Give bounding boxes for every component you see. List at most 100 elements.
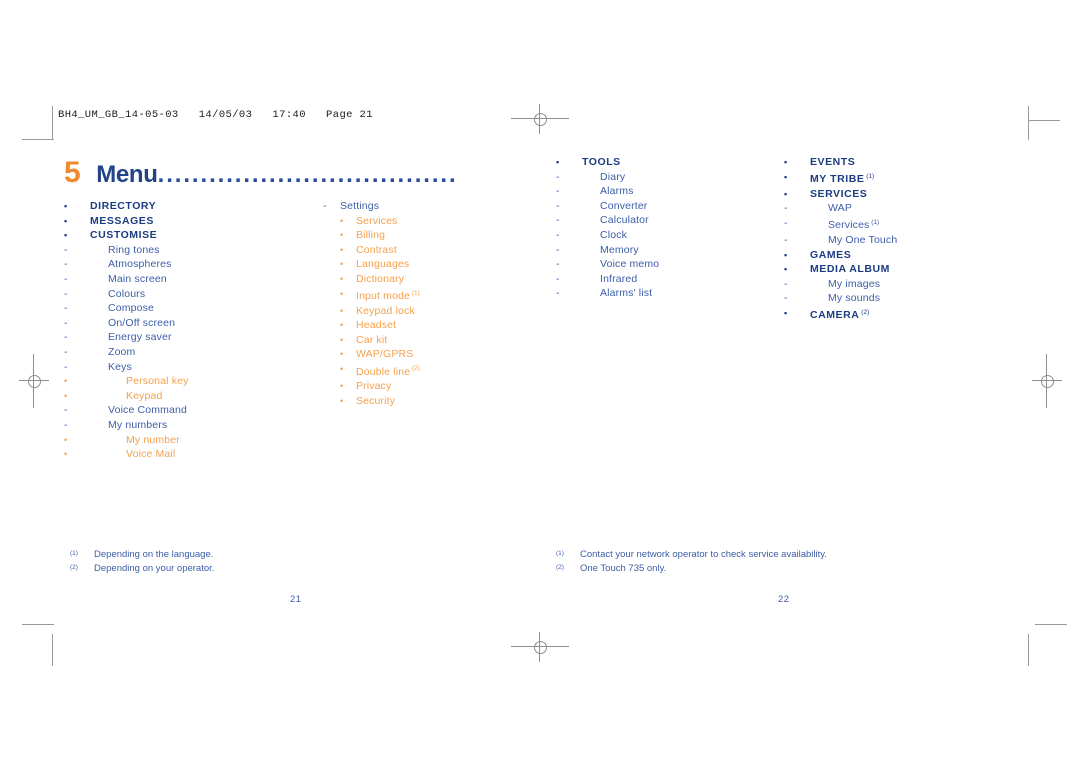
menu-item-level-3[interactable]: • Voice Mail: [64, 447, 189, 462]
footnote-text: Contact your network operator to check s…: [580, 549, 827, 560]
menu-item-label: MEDIA ALBUM: [810, 263, 890, 276]
menu-item-level-3[interactable]: • Contrast: [310, 243, 420, 258]
menu-item-level-3[interactable]: • Car kit: [310, 333, 420, 348]
crop-mark-top-right-horizontal: [1028, 120, 1060, 121]
dash-bullet-icon: -: [556, 199, 560, 212]
menu-item-label: Input mode: [356, 290, 411, 303]
menu-item-level-2[interactable]: - Voice Command: [64, 403, 189, 418]
menu-item-level-2[interactable]: - Settings: [310, 199, 420, 214]
menu-item-label: Privacy: [356, 380, 392, 393]
menu-item-level-3[interactable]: • Privacy: [310, 379, 420, 394]
dot-bullet-icon: •: [340, 334, 344, 345]
menu-item-level-3[interactable]: • Personal key: [64, 374, 189, 389]
dash-bullet-icon: -: [784, 233, 788, 246]
menu-item-level-1[interactable]: • MY TRIBE (1): [784, 170, 897, 187]
menu-item-level-1[interactable]: • CAMERA (2): [784, 306, 897, 323]
menu-item-level-3[interactable]: • My number: [64, 433, 189, 448]
menu-item-label: Services: [356, 214, 398, 227]
menu-item-label: Ring tones: [108, 243, 160, 256]
menu-item-level-2[interactable]: - Memory: [556, 243, 659, 258]
footnote-reference: (1): [864, 172, 875, 180]
menu-item-level-2[interactable]: - Zoom: [64, 345, 189, 360]
menu-item-level-1[interactable]: • MEDIA ALBUM: [784, 262, 897, 277]
footnote-marker: (2): [70, 563, 78, 571]
menu-item-level-2[interactable]: - Converter: [556, 199, 659, 214]
menu-item-level-3[interactable]: • WAP/GPRS: [310, 347, 420, 362]
menu-item-level-2[interactable]: - Compose: [64, 301, 189, 316]
menu-item-label: Keys: [108, 360, 132, 373]
menu-item-level-2[interactable]: - My numbers: [64, 418, 189, 433]
footnote-text: Depending on the language.: [94, 549, 214, 560]
menu-item-level-3[interactable]: • Services: [310, 214, 420, 229]
menu-item-level-2[interactable]: - Diary: [556, 170, 659, 185]
menu-item-level-3[interactable]: • Dictionary: [310, 272, 420, 287]
menu-item-level-3[interactable]: • Keypad lock: [310, 304, 420, 319]
menu-list-4: • EVENTS • MY TRIBE (1) • SERVICES - WAP - Servic…: [784, 155, 897, 323]
menu-item-label: Calculator: [600, 214, 649, 227]
menu-item-level-2[interactable]: - Keys: [64, 360, 189, 375]
menu-item-level-2[interactable]: - My sounds: [784, 291, 897, 306]
dash-bullet-icon: -: [556, 228, 560, 241]
menu-item-label: Voice Mail: [126, 448, 176, 461]
footnote-marker: (2): [556, 563, 564, 571]
menu-item-level-2[interactable]: - Ring tones: [64, 243, 189, 258]
menu-item-level-3[interactable]: • Headset: [310, 318, 420, 333]
menu-item-level-2[interactable]: - Alarms' list: [556, 286, 659, 301]
dot-bullet-icon: •: [340, 244, 344, 255]
menu-item-level-1[interactable]: • TOOLS: [556, 155, 659, 170]
dash-bullet-icon: -: [323, 200, 327, 212]
dot-bullet-icon: •: [784, 157, 788, 167]
menu-item-level-3[interactable]: • Double line (2): [310, 362, 420, 379]
menu-item-level-1[interactable]: • DIRECTORY: [64, 199, 189, 214]
menu-item-level-1[interactable]: • SERVICES: [784, 187, 897, 202]
dash-bullet-icon: -: [64, 345, 68, 358]
footnotes-right: (1) Contact your network operator to chec…: [556, 548, 827, 575]
menu-item-level-3[interactable]: • Billing: [310, 228, 420, 243]
menu-item-level-2[interactable]: - WAP: [784, 201, 897, 216]
dash-bullet-icon: -: [556, 258, 560, 271]
menu-item-label: Converter: [600, 199, 648, 212]
menu-list-2: - Settings • Services • Billing • Contrast • Lang…: [310, 199, 420, 408]
file-slug-line: BH4_UM_GB_14-05-03 14/05/03 17:40 Page 2…: [58, 109, 373, 121]
menu-item-level-2[interactable]: - Infrared: [556, 272, 659, 287]
dash-bullet-icon: -: [64, 272, 68, 285]
menu-item-label: Headset: [356, 319, 397, 332]
menu-item-label: My One Touch: [828, 233, 898, 246]
dash-bullet-icon: -: [784, 216, 788, 229]
crop-mark-top-left-vertical: [52, 106, 53, 140]
menu-item-level-2[interactable]: - Clock: [556, 228, 659, 243]
menu-item-level-3[interactable]: • Keypad: [64, 389, 189, 404]
footnote-reference: (1): [869, 218, 880, 226]
menu-item-label: Infrared: [600, 272, 638, 285]
menu-item-level-2[interactable]: - Alarms: [556, 184, 659, 199]
dash-bullet-icon: -: [64, 360, 68, 373]
menu-item-level-2[interactable]: - Colours: [64, 287, 189, 302]
menu-item-level-1[interactable]: • MESSAGES: [64, 214, 189, 229]
dot-bullet-icon: •: [64, 215, 68, 226]
menu-item-level-3[interactable]: • Languages: [310, 257, 420, 272]
dot-bullet-icon: •: [340, 320, 344, 331]
menu-item-level-2[interactable]: - Atmospheres: [64, 257, 189, 272]
menu-item-level-2[interactable]: - On/Off screen: [64, 316, 189, 331]
menu-item-level-1[interactable]: • EVENTS: [784, 155, 897, 170]
menu-item-level-3[interactable]: • Security: [310, 394, 420, 409]
menu-item-level-2[interactable]: - Services (1): [784, 216, 897, 233]
menu-item-level-3[interactable]: • Input mode (1): [310, 287, 420, 304]
menu-item-level-1[interactable]: • GAMES: [784, 248, 897, 263]
crop-mark-bottom-right-horizontal: [1035, 624, 1067, 625]
menu-item-level-1[interactable]: • CUSTOMISE: [64, 228, 189, 243]
dot-bullet-icon: •: [64, 449, 68, 460]
menu-item-label: Billing: [356, 229, 386, 242]
page-number-right: 22: [778, 594, 790, 605]
menu-item-level-2[interactable]: - Main screen: [64, 272, 189, 287]
page-number-left: 21: [290, 594, 302, 605]
menu-item-level-2[interactable]: - My images: [784, 277, 897, 292]
menu-item-level-2[interactable]: - Voice memo: [556, 257, 659, 272]
footnote-list-right: (1) Contact your network operator to chec…: [556, 548, 827, 575]
menu-item-level-2[interactable]: - My One Touch: [784, 233, 897, 248]
registration-mark-left: [19, 354, 49, 408]
menu-item-label: My images: [828, 277, 881, 290]
menu-item-level-2[interactable]: - Calculator: [556, 213, 659, 228]
dash-bullet-icon: -: [556, 272, 560, 285]
menu-item-level-2[interactable]: - Energy saver: [64, 330, 189, 345]
